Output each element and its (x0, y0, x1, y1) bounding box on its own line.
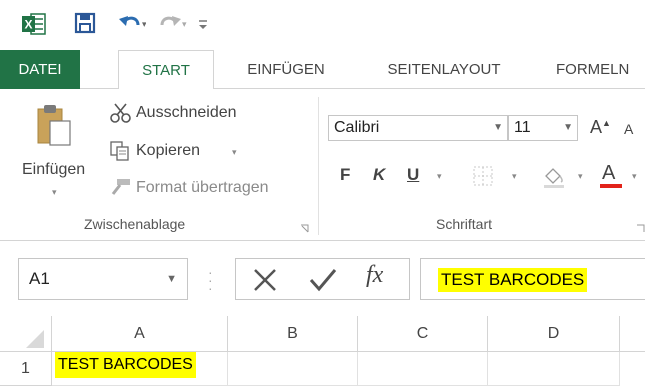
font-color-swatch (600, 184, 622, 188)
underline-button[interactable]: U (407, 165, 419, 185)
quick-access-toolbar: X ▾ ▾ (0, 0, 645, 50)
column-header-b[interactable]: B (228, 316, 358, 352)
formula-area: A1 ▼ · · · fx TEST BARCODES (0, 241, 645, 316)
cell-c1[interactable] (358, 352, 488, 386)
svg-text:▾: ▾ (142, 19, 146, 29)
tab-start[interactable]: START (118, 50, 214, 90)
font-size-combo[interactable]: 11 ▼ (508, 115, 578, 141)
cell-d1[interactable] (488, 352, 620, 386)
name-box[interactable]: A1 ▼ (18, 258, 188, 300)
excel-logo-icon: X (22, 13, 46, 35)
borders-dropdown-icon[interactable]: ▾ (512, 171, 517, 182)
cell-a1-value: TEST BARCODES (55, 352, 196, 378)
ribbon: Einfügen ▾ Ausschneiden Kopieren ▾ Forma… (0, 89, 645, 241)
svg-text:▾: ▾ (182, 19, 187, 29)
format-painter-button[interactable]: Format übertragen (136, 179, 269, 197)
select-all-corner[interactable] (0, 316, 52, 352)
chevron-down-icon[interactable]: ▼ (493, 116, 503, 140)
group-divider (318, 97, 319, 235)
name-box-value: A1 (29, 269, 50, 288)
svg-text:X: X (24, 18, 32, 32)
scissors-icon (110, 103, 132, 123)
cut-button[interactable]: Ausschneiden (136, 104, 237, 122)
confirm-entry-icon[interactable] (308, 267, 338, 293)
borders-icon[interactable] (473, 166, 493, 186)
formula-content: TEST BARCODES (438, 268, 588, 292)
column-header-d[interactable]: D (488, 316, 620, 352)
font-name-combo[interactable]: Calibri ▼ (328, 115, 508, 141)
tab-page-layout[interactable]: SEITENLAYOUT (364, 50, 524, 89)
chevron-down-icon[interactable]: ▼ (563, 116, 573, 140)
copy-icon (110, 141, 130, 161)
paste-dropdown-icon[interactable]: ▾ (52, 187, 57, 198)
format-painter-icon (108, 177, 132, 197)
formula-buttons: fx (235, 258, 410, 300)
grow-font-button[interactable]: A▲ (590, 117, 611, 138)
italic-button[interactable]: K (373, 165, 385, 185)
column-header-a[interactable]: A (52, 316, 228, 352)
column-header-partial[interactable] (620, 316, 645, 352)
font-color-button[interactable]: A (600, 162, 626, 190)
tab-file[interactable]: DATEI (0, 50, 80, 89)
save-icon[interactable] (74, 12, 96, 34)
font-name-value: Calibri (334, 119, 380, 136)
row-header-1[interactable]: 1 (0, 352, 52, 386)
paste-icon[interactable] (36, 103, 72, 147)
copy-dropdown-icon[interactable]: ▾ (232, 147, 237, 158)
font-color-dropdown-icon[interactable]: ▾ (632, 171, 637, 182)
clipboard-group-label: Zwischenablage (84, 216, 186, 232)
copy-button[interactable]: Kopieren (136, 142, 200, 160)
insert-function-button[interactable]: fx (366, 262, 383, 289)
chevron-down-icon[interactable]: ▼ (166, 259, 177, 299)
tab-formulas[interactable]: FORMELN (556, 50, 645, 89)
paste-button[interactable]: Einfügen (22, 161, 85, 179)
fill-color-icon[interactable] (542, 164, 566, 188)
shrink-font-button[interactable]: A (624, 121, 633, 137)
cell-b1[interactable] (228, 352, 358, 386)
underline-dropdown-icon[interactable]: ▾ (437, 171, 442, 182)
fill-color-dropdown-icon[interactable]: ▾ (578, 171, 583, 182)
splitter-handle-icon[interactable]: · · · (208, 265, 213, 295)
customize-qat-icon[interactable] (196, 18, 210, 32)
column-header-c[interactable]: C (358, 316, 488, 352)
cancel-entry-icon[interactable] (252, 267, 278, 293)
clipboard-launcher-icon[interactable] (300, 220, 309, 233)
undo-icon[interactable]: ▾ (118, 13, 147, 35)
redo-icon[interactable]: ▾ (156, 13, 188, 35)
ribbon-tab-row: DATEI START EINFÜGEN SEITENLAYOUT FORMEL… (0, 50, 645, 90)
tab-insert[interactable]: EINFÜGEN (226, 50, 346, 89)
formula-input[interactable]: TEST BARCODES (420, 258, 645, 300)
font-size-value: 11 (514, 119, 531, 136)
bold-button[interactable]: F (340, 165, 350, 185)
font-group-label: Schriftart (436, 216, 493, 232)
font-launcher-icon[interactable] (636, 220, 645, 232)
